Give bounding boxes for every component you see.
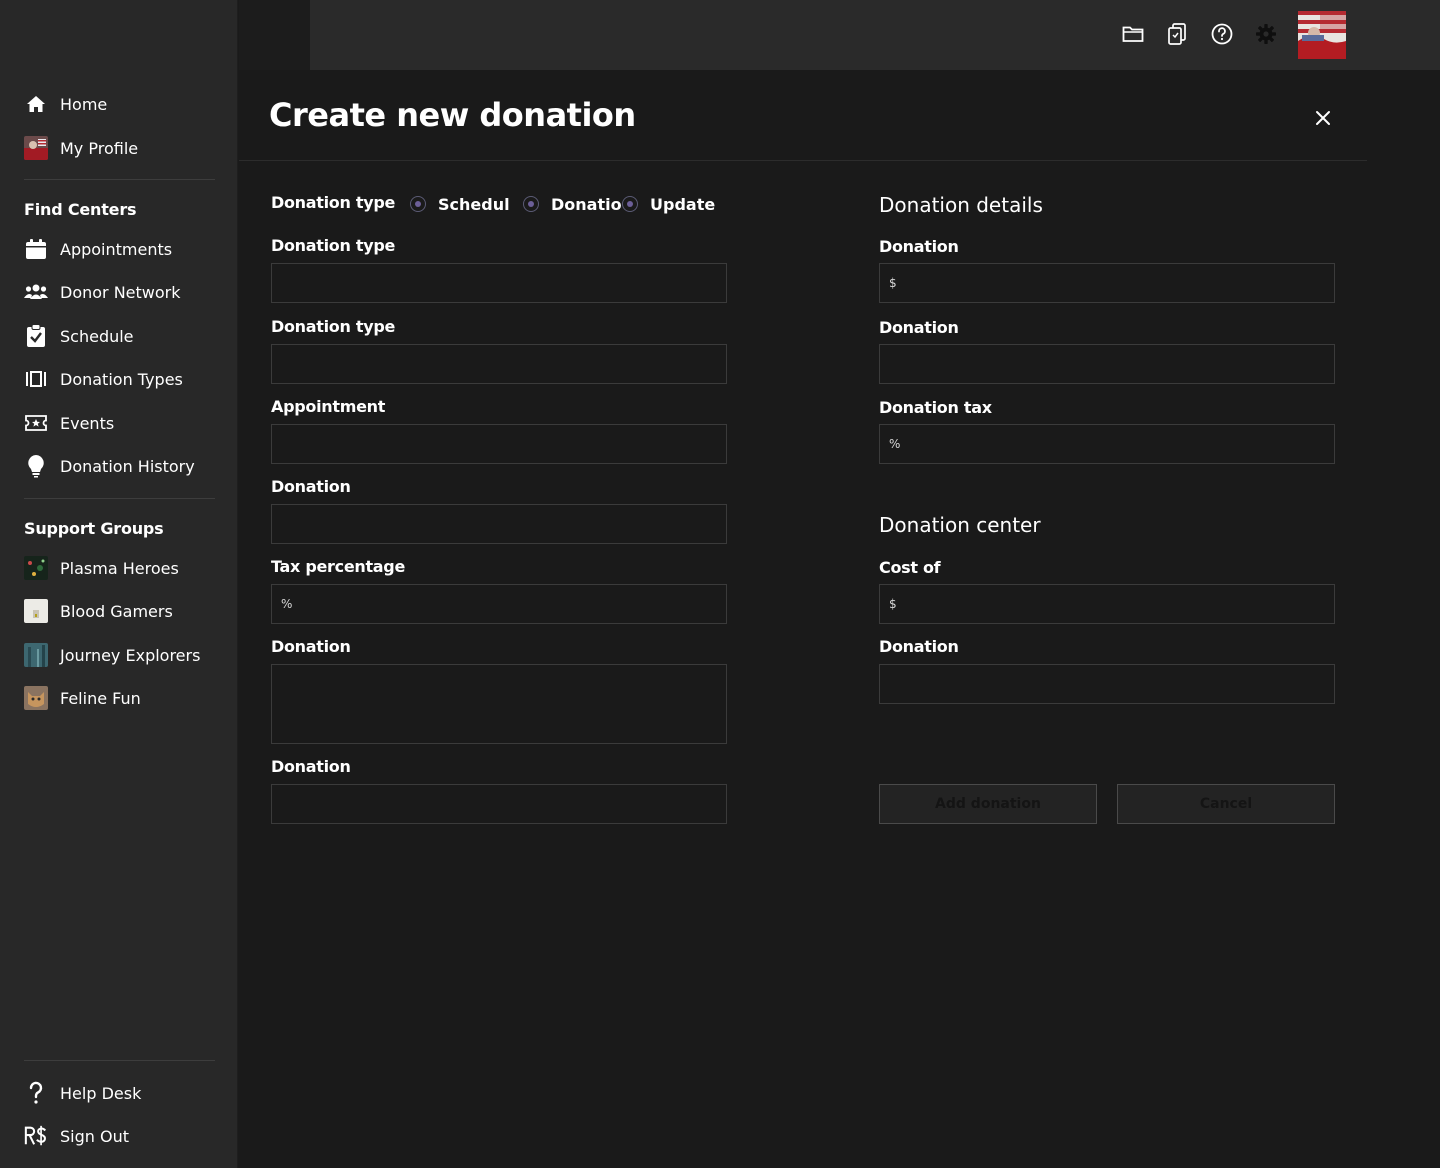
radio-option-donation[interactable]: Donatio [523, 193, 622, 215]
sidebar-item-label: Donation History [60, 456, 195, 476]
appointment-input[interactable] [271, 424, 727, 464]
donation-input[interactable] [271, 504, 727, 544]
sidebar-item-events[interactable]: Events [24, 408, 214, 438]
field-label: Donation [879, 637, 959, 656]
donation-type-secondary-input[interactable] [271, 344, 727, 384]
sidebar-item-label: Appointments [60, 239, 173, 259]
sidebar-item-label: Schedule [60, 326, 134, 346]
sidebar-item-home[interactable]: Home [24, 89, 214, 119]
field-label: Donation [271, 477, 351, 496]
sidebar-divider [24, 498, 215, 499]
donation-tax-input[interactable] [879, 424, 1335, 464]
sidebar-item-label: Blood Gamers [60, 601, 173, 621]
ticket-icon [24, 411, 48, 435]
donation-center-input[interactable] [879, 664, 1335, 704]
sidebar-item-label: Feline Fun [60, 688, 141, 708]
device-icon[interactable] [1165, 22, 1189, 46]
cancel-button[interactable]: Cancel [1117, 784, 1335, 824]
field-label: Donation [879, 318, 959, 337]
page-title: Create new donation [269, 96, 636, 134]
field-label: Appointment [271, 397, 386, 416]
sidebar-item-journey-explorers[interactable]: Journey Explorers [24, 640, 214, 670]
field-label: Donation type [271, 317, 396, 336]
radio-label: Schedul [438, 194, 510, 214]
sidebar-item-label: Donor Network [60, 282, 181, 302]
sidebar-item-label: Plasma Heroes [60, 558, 179, 578]
group-thumbnail [24, 686, 48, 710]
donation-type-input[interactable] [271, 263, 727, 303]
user-avatar[interactable] [1298, 11, 1346, 59]
sidebar-item-label: My Profile [60, 138, 139, 158]
sidebar-item-label: Donation Types [60, 369, 183, 389]
donation-details-title: Donation details [879, 193, 1043, 217]
sidebar-item-donor-network[interactable]: Donor Network [24, 277, 214, 307]
gear-icon[interactable] [1254, 22, 1278, 46]
sidebar: Home My Profile Find Centers Appointment… [0, 0, 238, 1168]
close-icon [1315, 110, 1331, 126]
sidebar-item-help-desk[interactable]: Help Desk [24, 1078, 214, 1108]
calendar-icon [24, 237, 48, 261]
sidebar-item-sign-out[interactable]: Sign Out [24, 1121, 214, 1151]
radio-button [622, 196, 638, 212]
columns-icon [24, 367, 48, 391]
radio-label: Donatio [551, 194, 622, 214]
sidebar-item-schedule[interactable]: Schedule [24, 321, 214, 351]
sidebar-item-label: Sign Out [60, 1126, 129, 1146]
help-circle-icon[interactable] [1210, 22, 1234, 46]
sidebar-item-donation-history[interactable]: Donation History [24, 451, 214, 481]
sidebar-item-appointments[interactable]: Appointments [24, 234, 214, 264]
sidebar-divider [24, 179, 215, 180]
sidebar-divider [24, 1060, 215, 1061]
field-label: Tax percentage [271, 557, 406, 576]
find-centers-heading: Find Centers [24, 200, 137, 219]
donation-type-radio-label: Donation type [271, 193, 396, 212]
sidebar-item-plasma-heroes[interactable]: Plasma Heroes [24, 553, 214, 583]
donation-extra-input[interactable] [271, 784, 727, 824]
sidebar-item-feline-fun[interactable]: Feline Fun [24, 683, 214, 713]
currency-icon [24, 1124, 48, 1148]
radio-option-schedule[interactable]: Schedul [410, 193, 510, 215]
sidebar-item-label: Help Desk [60, 1083, 142, 1103]
field-label: Donation [271, 757, 351, 776]
clipboard-check-icon [24, 324, 48, 348]
donation-notes-textarea[interactable] [271, 664, 727, 744]
home-icon [24, 92, 48, 116]
topbar-spacer [239, 0, 310, 70]
title-divider [239, 160, 1367, 161]
field-label: Cost of [879, 558, 941, 577]
cost-input[interactable] [879, 584, 1335, 624]
sidebar-item-label: Journey Explorers [60, 645, 201, 665]
folder-icon[interactable] [1121, 22, 1145, 46]
sidebar-item-label: Events [60, 413, 115, 433]
lightbulb-icon [24, 454, 48, 478]
support-groups-heading: Support Groups [24, 519, 164, 538]
tax-percentage-input[interactable] [271, 584, 727, 624]
sidebar-item-blood-gamers[interactable]: Blood Gamers [24, 596, 214, 626]
group-thumbnail [24, 556, 48, 580]
radio-button [410, 196, 426, 212]
close-button[interactable] [1311, 106, 1335, 130]
users-icon [24, 280, 48, 304]
question-icon [24, 1081, 48, 1105]
radio-option-update[interactable]: Update [622, 193, 715, 215]
add-donation-button[interactable]: Add donation [879, 784, 1097, 824]
field-label: Donation [271, 637, 351, 656]
field-label: Donation [879, 237, 959, 256]
sidebar-item-donation-types[interactable]: Donation Types [24, 364, 214, 394]
profile-avatar [24, 136, 48, 160]
sidebar-item-label: Home [60, 94, 108, 114]
sidebar-item-my-profile[interactable]: My Profile [24, 133, 214, 163]
group-thumbnail [24, 599, 48, 623]
field-label: Donation type [271, 236, 396, 255]
donation-detail-input[interactable] [879, 344, 1335, 384]
radio-label: Update [650, 194, 716, 214]
radio-button [523, 196, 539, 212]
donation-center-title: Donation center [879, 513, 1041, 537]
group-thumbnail [24, 643, 48, 667]
donation-amount-input[interactable] [879, 263, 1335, 303]
field-label: Donation tax [879, 398, 992, 417]
